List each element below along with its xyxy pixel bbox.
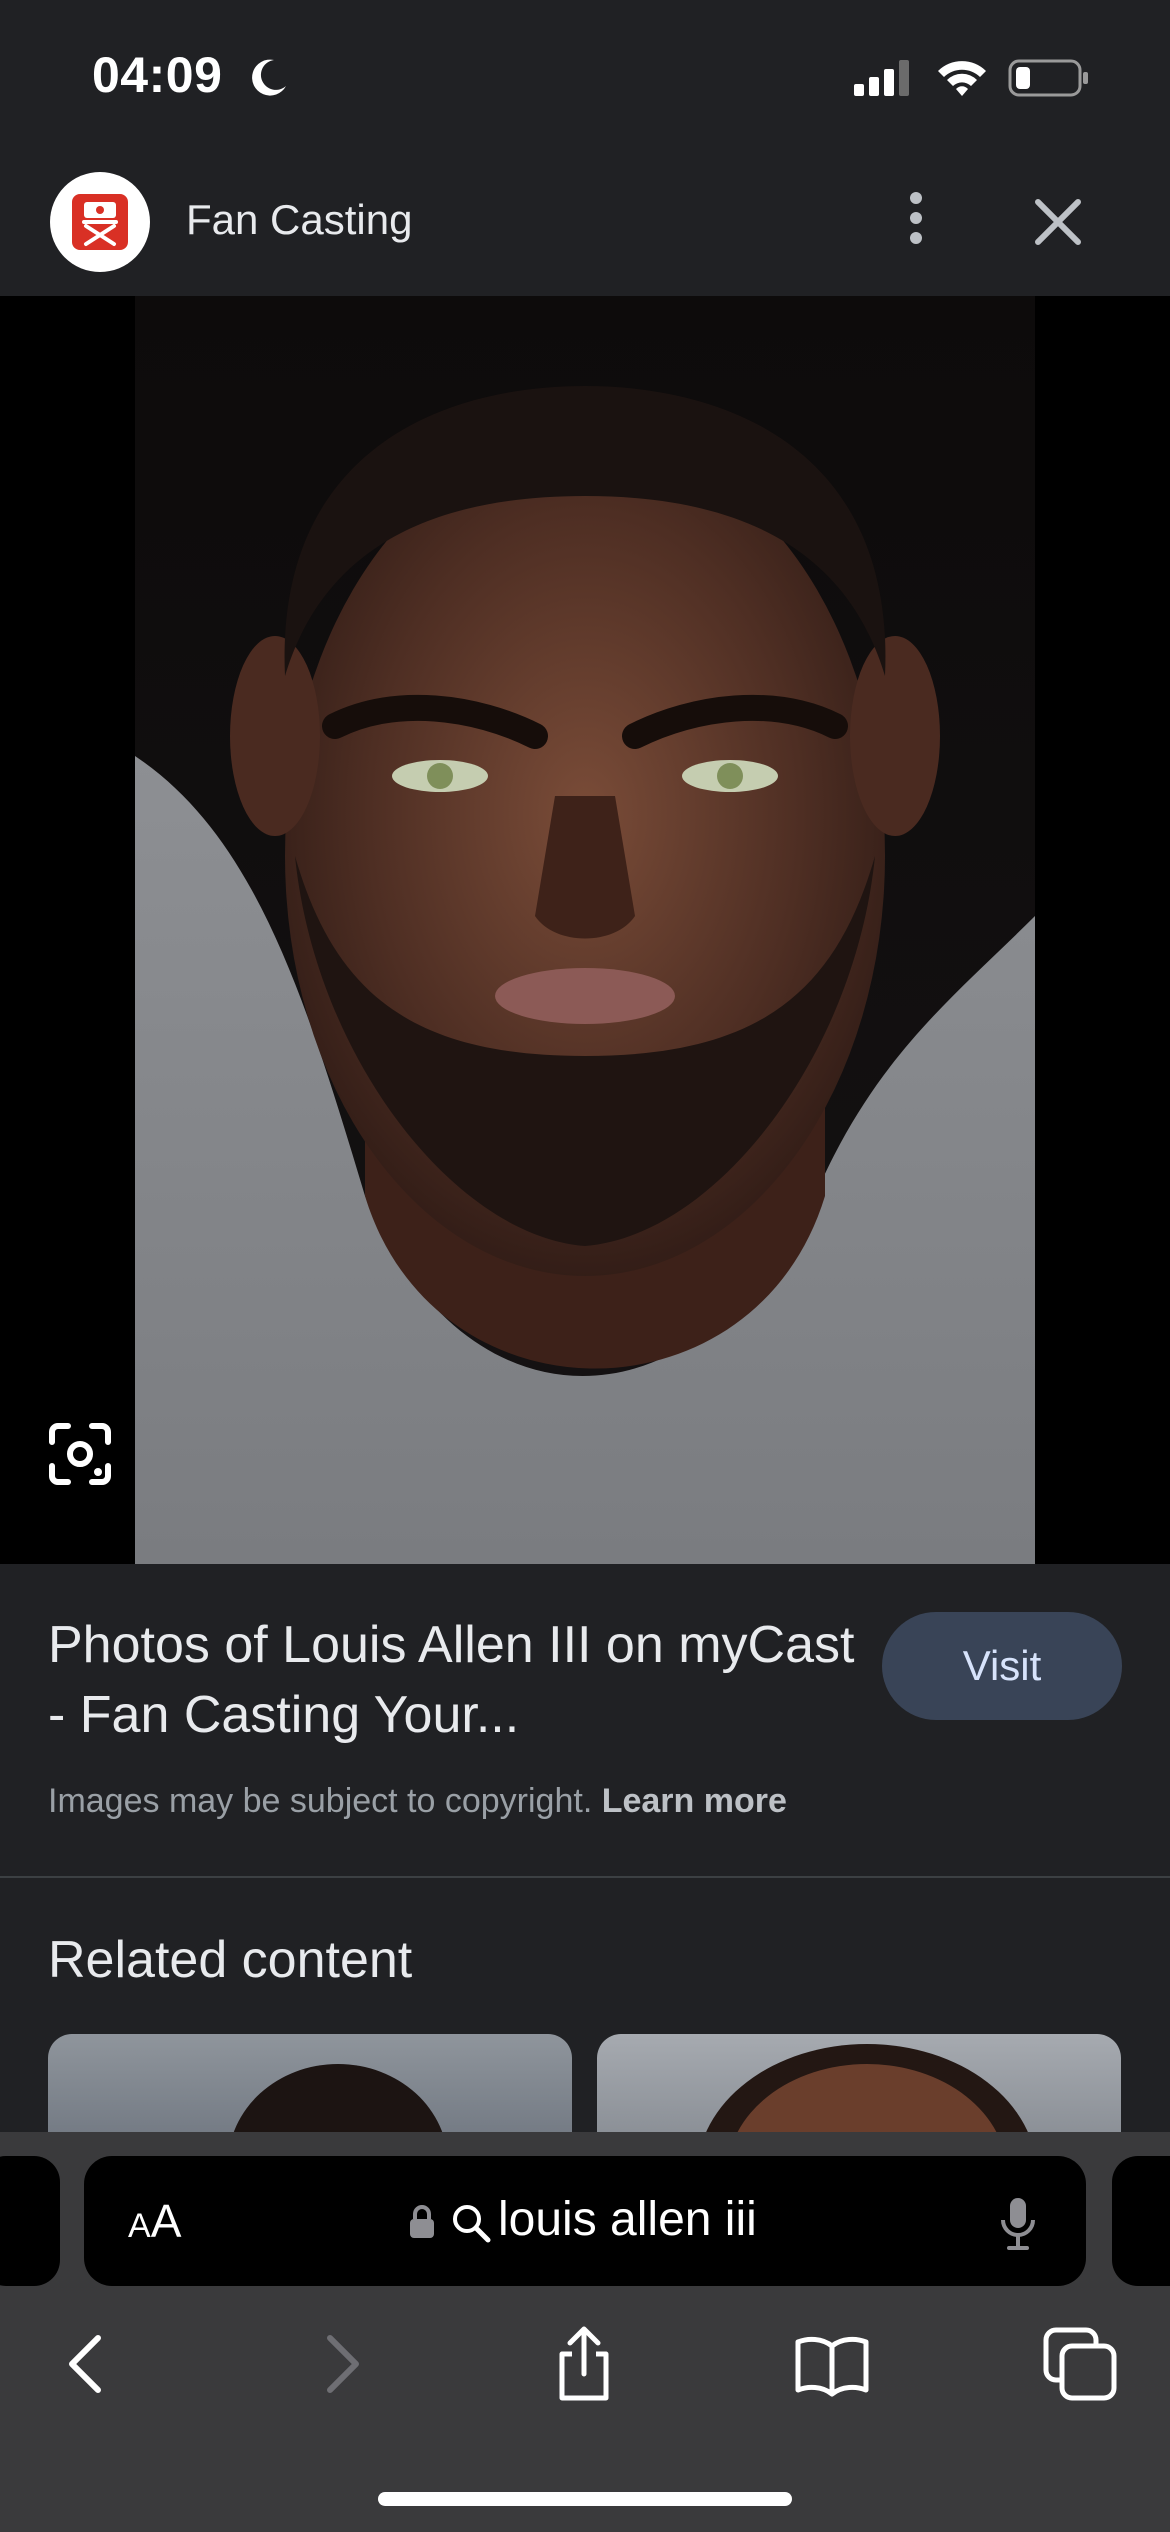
lens-icon[interactable] <box>44 1418 116 1490</box>
search-icon <box>453 2205 491 2243</box>
aa-large-label: A <box>150 2195 182 2247</box>
lock-icon <box>410 2205 434 2238</box>
copyright-text: Images may be subject to copyright. <box>48 1782 593 1820</box>
tabs-icon[interactable] <box>1040 2324 1120 2404</box>
chevron-left-icon[interactable] <box>48 2324 128 2404</box>
book-icon[interactable] <box>792 2324 872 2404</box>
cellular-signal-icon <box>854 60 909 96</box>
learn-more-link[interactable]: Learn more <box>602 1782 787 1820</box>
related-content-heading: Related content <box>48 1931 413 1989</box>
previous-tab-preview[interactable] <box>0 2156 60 2286</box>
moon-icon <box>252 59 286 96</box>
url-text[interactable]: louis allen iii <box>498 2192 757 2247</box>
home-indicator <box>378 2492 792 2506</box>
result-title[interactable]: Photos of Louis Allen III on myCast - Fa… <box>48 1610 858 1750</box>
divider <box>0 1876 1170 1878</box>
site-title[interactable]: Fan Casting <box>186 196 412 244</box>
app-header <box>0 150 1170 296</box>
wifi-icon <box>938 61 986 96</box>
site-logo[interactable] <box>50 172 150 272</box>
next-tab-preview[interactable] <box>1112 2156 1170 2286</box>
battery-icon <box>1008 59 1088 97</box>
aa-small-label: A <box>128 2207 151 2245</box>
visit-button[interactable]: Visit <box>882 1612 1122 1720</box>
close-icon[interactable] <box>1022 186 1094 258</box>
status-time: 04:09 <box>92 47 223 103</box>
more-vert-icon[interactable] <box>890 178 942 258</box>
portrait-image <box>135 296 1035 1564</box>
image-viewer[interactable] <box>0 296 1170 1564</box>
microphone-icon[interactable] <box>998 2196 1038 2252</box>
director-chair-icon <box>72 194 128 250</box>
reader-settings-button[interactable]: AA <box>128 2194 181 2248</box>
share-icon[interactable] <box>544 2324 624 2404</box>
chevron-right-icon[interactable] <box>300 2324 380 2404</box>
copyright-notice: Images may be subject to copyright. Lear… <box>48 1782 787 1821</box>
